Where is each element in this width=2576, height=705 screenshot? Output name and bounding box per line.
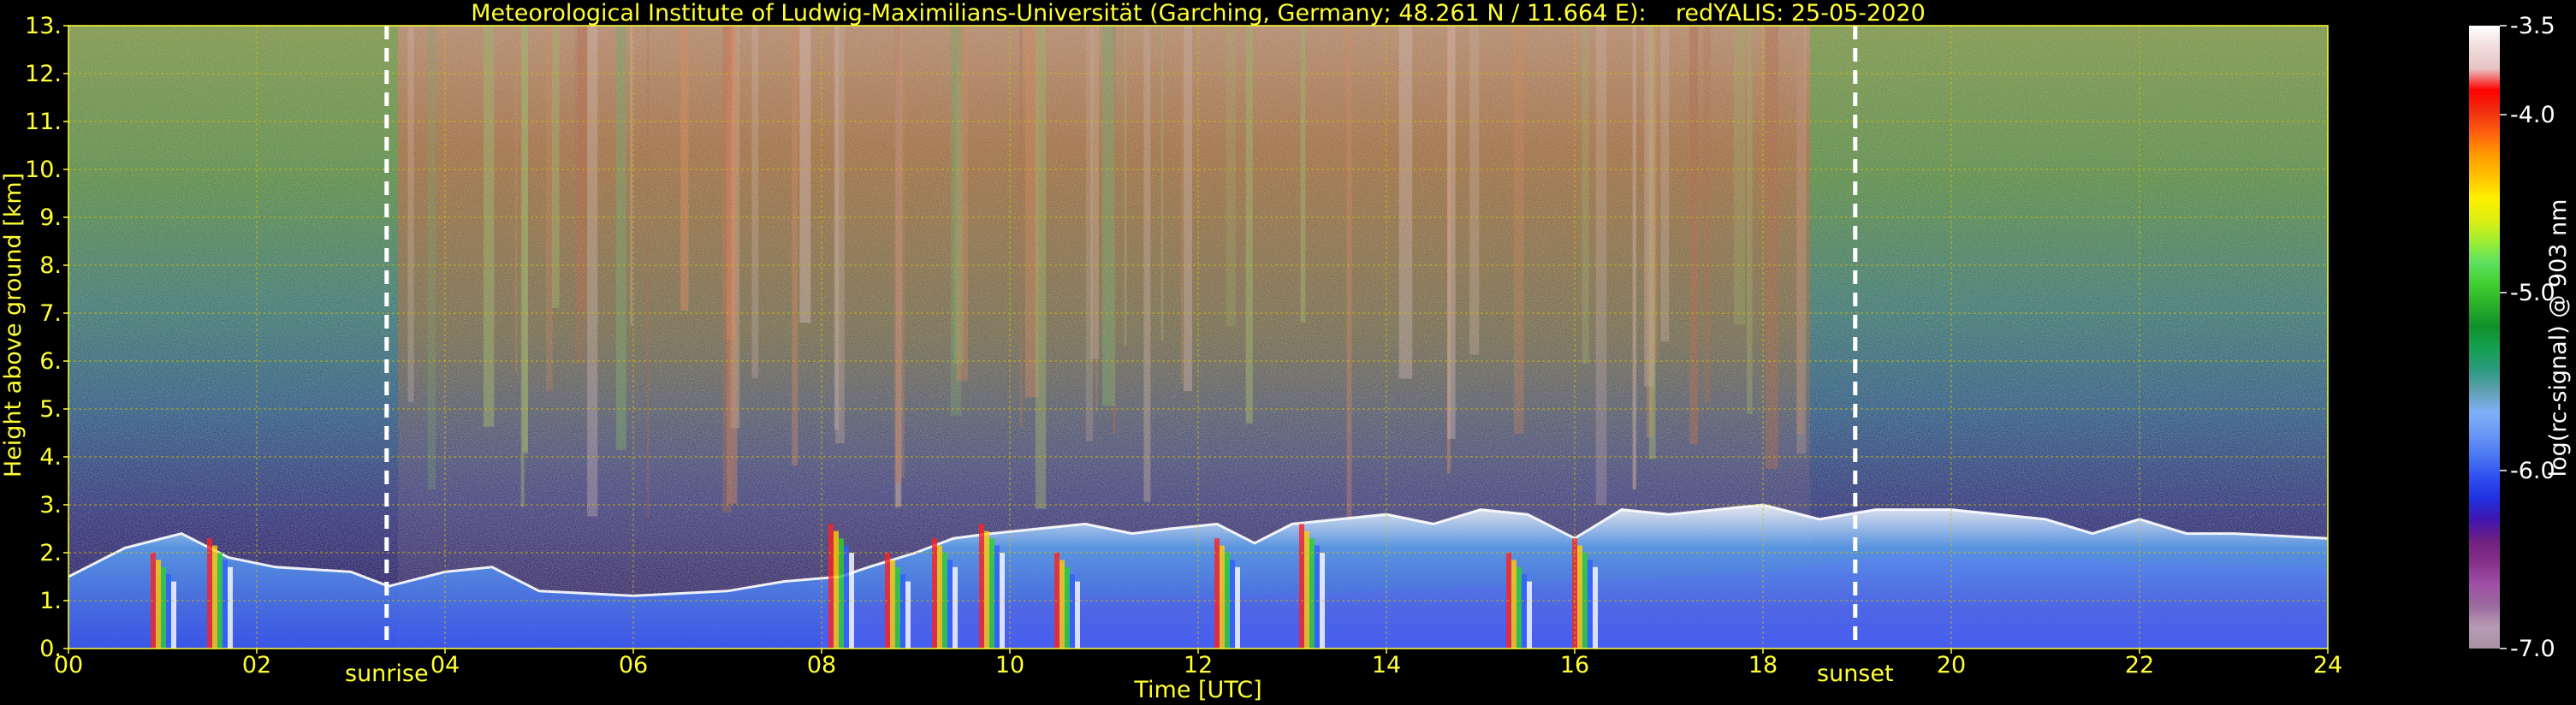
y-tick-label: 3. <box>39 492 62 518</box>
x-tick-label: 10 <box>995 652 1024 678</box>
x-tick-label: 20 <box>1937 652 1966 678</box>
x-tick-label: 22 <box>2125 652 2154 678</box>
y-tick-label: 11. <box>25 109 62 135</box>
y-tick-label: 12. <box>25 61 62 87</box>
y-tick-label: 0. <box>39 636 62 662</box>
x-tick-label: 06 <box>619 652 648 678</box>
colorbar: -3.5-4.0-5.0-6.0-7.0 log(rc-signal) @ 90… <box>2469 13 2572 662</box>
x-axis-label: Time [UTC] <box>1133 677 1261 703</box>
x-tick-label: 08 <box>807 652 836 678</box>
y-tick-label: 2. <box>39 540 62 566</box>
chart-title: Meteorological Institute of Ludwig-Maxim… <box>471 0 1926 27</box>
x-tick-label: 18 <box>1748 652 1778 678</box>
colorbar-tick-label: -7.0 <box>2510 636 2555 662</box>
y-tick-label: 10. <box>25 157 62 183</box>
x-tick-label: 24 <box>2313 652 2342 678</box>
y-tick-label: 1. <box>39 588 62 614</box>
x-tick-label: 14 <box>1372 652 1401 678</box>
x-tick-label: 04 <box>430 652 460 678</box>
y-tick-label: 6. <box>39 348 62 375</box>
x-tick-label: 02 <box>242 652 271 678</box>
annotation-label: sunrise <box>345 661 429 687</box>
lidar-chart: Meteorological Institute of Ludwig-Maxim… <box>0 0 2572 703</box>
x-tick-label: 16 <box>1560 652 1589 678</box>
y-tick-label: 8. <box>39 252 62 279</box>
y-tick-label: 9. <box>39 204 62 231</box>
y-tick-label: 7. <box>39 300 62 327</box>
colorbar-tick-label: -4.0 <box>2510 102 2555 128</box>
y-tick-label: 4. <box>39 444 62 471</box>
colorbar-scale <box>2469 26 2500 649</box>
y-tick-label: 13. <box>25 13 62 39</box>
y-axis-ticks: 0. 1. 2. 3. 4. 5. 6. 7. 8. 9. 10. 11. 12. 13. <box>25 13 68 662</box>
y-axis-label: Height above ground [km] <box>0 173 27 477</box>
x-tick-label: 12 <box>1184 652 1213 678</box>
y-tick-label: 5. <box>39 396 62 423</box>
annotation-label: sunset <box>1817 661 1894 687</box>
colorbar-tick-label: -3.5 <box>2510 13 2555 39</box>
colorbar-label: log(rc-signal) @ 903 nm <box>2545 199 2572 477</box>
